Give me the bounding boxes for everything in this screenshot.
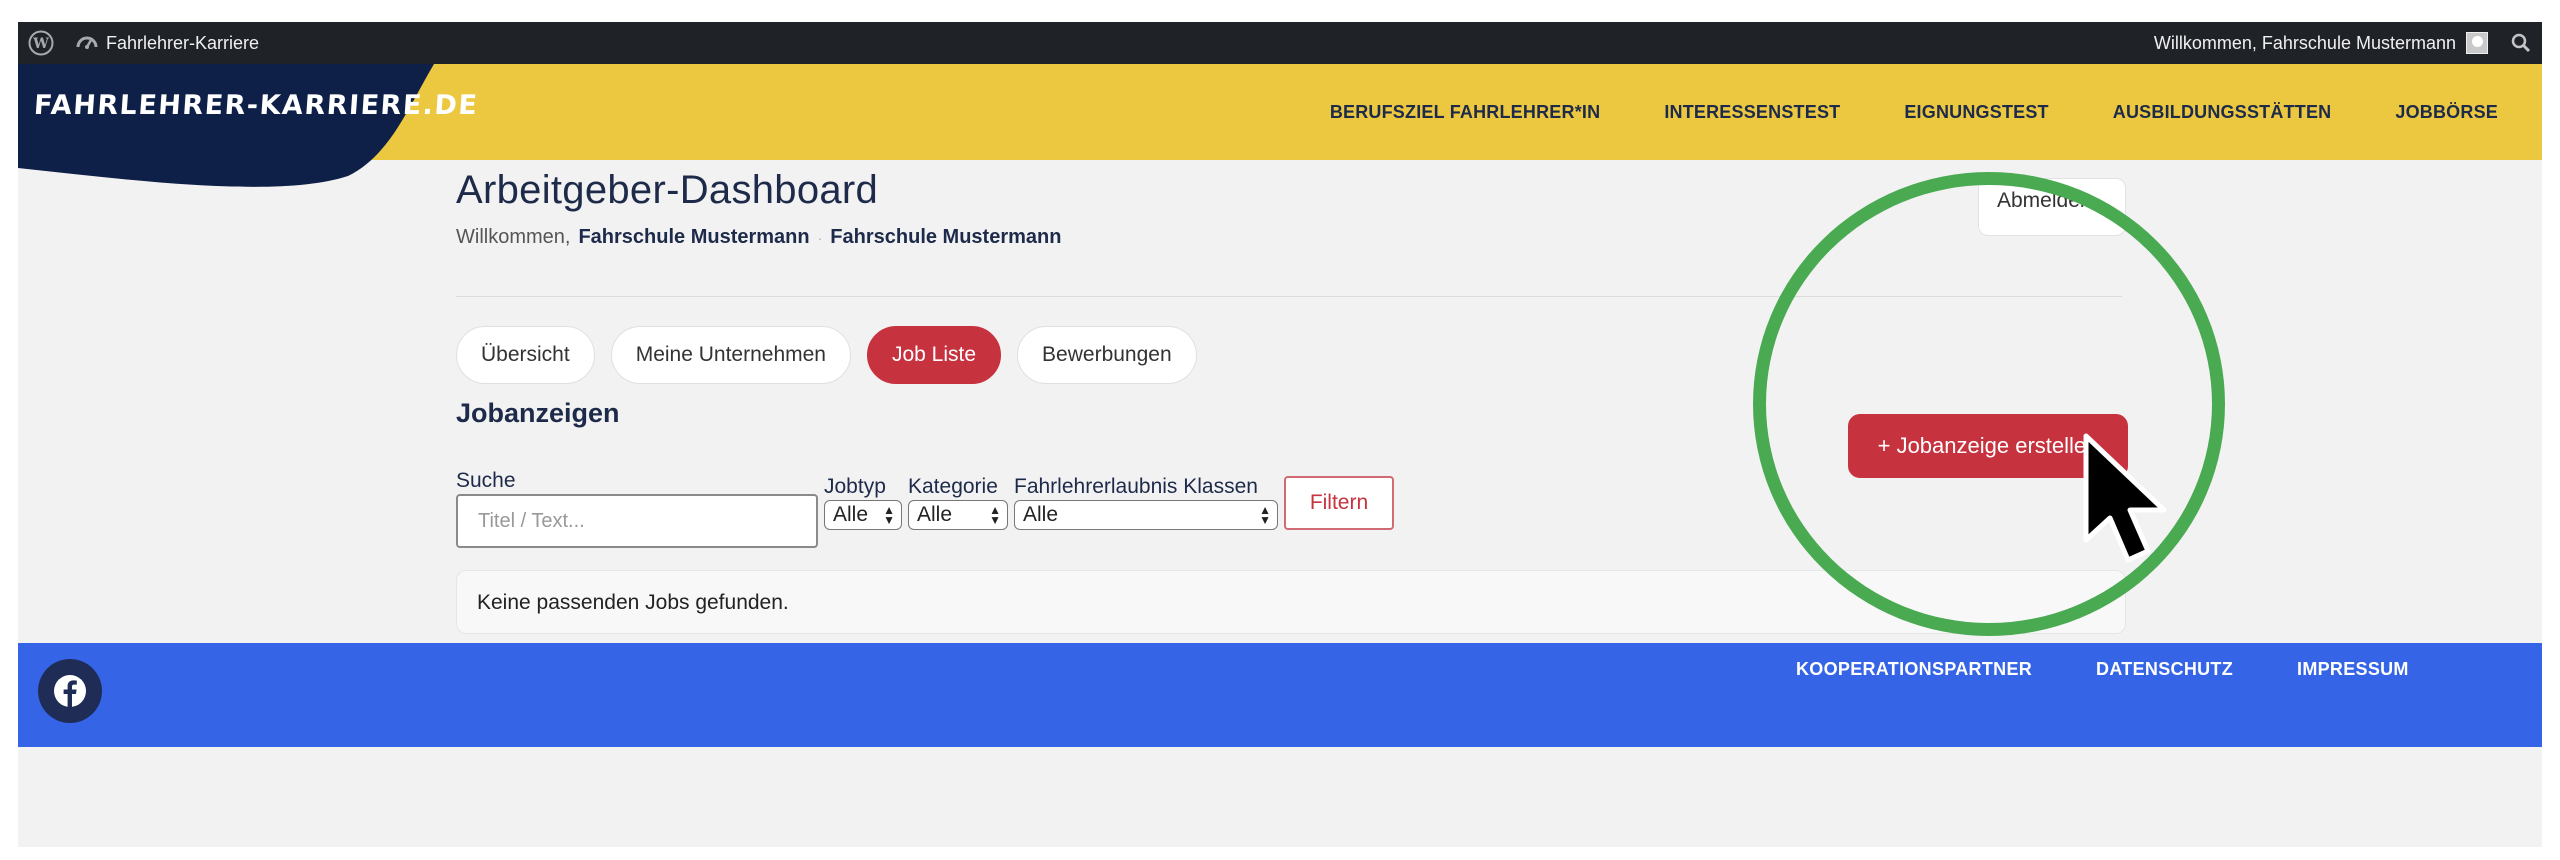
select-arrows-icon: ▲ ▼ bbox=[883, 503, 895, 527]
kategorie-group: Kategorie Alle ▲ ▼ bbox=[908, 476, 1008, 530]
browser-viewport: W Fahrlehrer-Karriere Willkommen, Fahrsc… bbox=[18, 22, 2542, 847]
avatar[interactable] bbox=[2466, 32, 2488, 54]
nav-ausbildungsstaetten[interactable]: AUSBILDUNGSSTÄTTEN bbox=[2081, 102, 2364, 123]
dashboard-tabs: Übersicht Meine Unternehmen Job Liste Be… bbox=[456, 326, 1197, 384]
welcome-prefix: Willkommen, bbox=[456, 226, 571, 248]
jobtyp-select[interactable]: Alle ▲ ▼ bbox=[824, 500, 902, 530]
jobtyp-label: Jobtyp bbox=[824, 475, 886, 498]
kategorie-value: Alle bbox=[917, 503, 953, 526]
page-title: Arbeitgeber-Dashboard bbox=[456, 168, 879, 212]
nav-berufsziel[interactable]: BERUFSZIEL FAHRLEHRER*IN bbox=[1298, 102, 1633, 123]
admin-site-link[interactable]: Fahrlehrer-Karriere bbox=[76, 32, 259, 54]
footer-link-impressum[interactable]: IMPRESSUM bbox=[2297, 659, 2409, 680]
highlight-circle bbox=[1753, 172, 2225, 636]
search-icon[interactable] bbox=[2510, 32, 2532, 54]
select-arrows-icon: ▲ ▼ bbox=[1259, 503, 1271, 527]
nav-jobboerse[interactable]: JOBBÖRSE bbox=[2363, 102, 2542, 123]
tab-bewerbungen[interactable]: Bewerbungen bbox=[1017, 326, 1197, 384]
jobtyp-value: Alle bbox=[833, 503, 869, 526]
site-logo[interactable]: FAHRLEHRER-KARRIERE.DE bbox=[18, 64, 479, 192]
nav-eignungstest[interactable]: EIGNUNGSTEST bbox=[1872, 102, 2080, 123]
filter-button[interactable]: Filtern bbox=[1284, 476, 1394, 530]
empty-results-message: Keine passenden Jobs gefunden. bbox=[456, 570, 2126, 634]
select-arrows-icon: ▲ ▼ bbox=[989, 503, 1001, 527]
welcome-user-name: Fahrschule Mustermann bbox=[578, 226, 810, 248]
admin-bar: W Fahrlehrer-Karriere Willkommen, Fahrsc… bbox=[18, 22, 2542, 64]
logo-blob-shape bbox=[18, 64, 434, 187]
tab-meine-unternehmen[interactable]: Meine Unternehmen bbox=[610, 326, 851, 384]
search-group: Suche Titel / Text... bbox=[456, 469, 818, 548]
klassen-select[interactable]: Alle ▲ ▼ bbox=[1014, 500, 1278, 530]
footer-link-kooperationspartner[interactable]: KOOPERATIONSPARTNER bbox=[1796, 659, 2032, 680]
search-input[interactable]: Titel / Text... bbox=[456, 494, 818, 548]
facebook-logo-glyph bbox=[54, 675, 86, 707]
footer-links: KOOPERATIONSPARTNER DATENSCHUTZ IMPRESSU… bbox=[1796, 659, 2409, 680]
dashboard-gauge-icon bbox=[76, 36, 98, 49]
section-title: Jobanzeigen bbox=[456, 398, 620, 428]
filter-form: Suche Titel / Text... Jobtyp Alle ▲ ▼ Kat… bbox=[456, 469, 1394, 548]
main-navigation: BERUFSZIEL FAHRLEHRER*IN INTERESSENSTEST… bbox=[1298, 64, 2542, 160]
svg-text:W: W bbox=[32, 36, 49, 52]
klassen-value: Alle bbox=[1023, 503, 1059, 526]
divider bbox=[456, 296, 2122, 297]
admin-site-name: Fahrlehrer-Karriere bbox=[106, 32, 260, 53]
facebook-icon[interactable] bbox=[38, 659, 102, 723]
wordpress-icon[interactable]: W bbox=[28, 30, 54, 56]
welcome-line: Willkommen, Fahrschule Mustermann · Fahr… bbox=[456, 226, 1061, 249]
create-job-button[interactable]: + Jobanzeige erstellen bbox=[1848, 414, 2128, 478]
kategorie-label: Kategorie bbox=[908, 475, 998, 498]
tab-uebersicht[interactable]: Übersicht bbox=[456, 326, 595, 384]
site-footer: KOOPERATIONSPARTNER DATENSCHUTZ IMPRESSU… bbox=[18, 643, 2542, 747]
separator-dot: · bbox=[817, 229, 823, 246]
nav-interessenstest[interactable]: INTERESSENSTEST bbox=[1632, 102, 1872, 123]
welcome-company-name: Fahrschule Mustermann bbox=[830, 226, 1062, 248]
klassen-group: Fahrlehrerlaubnis Klassen Alle ▲ ▼ bbox=[1014, 476, 1278, 530]
search-label: Suche bbox=[456, 469, 516, 492]
logo-text: FAHRLEHRER-KARRIERE.DE bbox=[32, 90, 480, 121]
tab-job-liste[interactable]: Job Liste bbox=[866, 326, 1002, 384]
logout-button[interactable]: Abmelden bbox=[1978, 178, 2126, 236]
footer-link-datenschutz[interactable]: DATENSCHUTZ bbox=[2096, 659, 2233, 680]
admin-greeting[interactable]: Willkommen, Fahrschule Mustermann bbox=[2154, 33, 2456, 54]
kategorie-select[interactable]: Alle ▲ ▼ bbox=[908, 500, 1008, 530]
klassen-label: Fahrlehrerlaubnis Klassen bbox=[1014, 475, 1258, 498]
jobtyp-group: Jobtyp Alle ▲ ▼ bbox=[824, 476, 902, 530]
